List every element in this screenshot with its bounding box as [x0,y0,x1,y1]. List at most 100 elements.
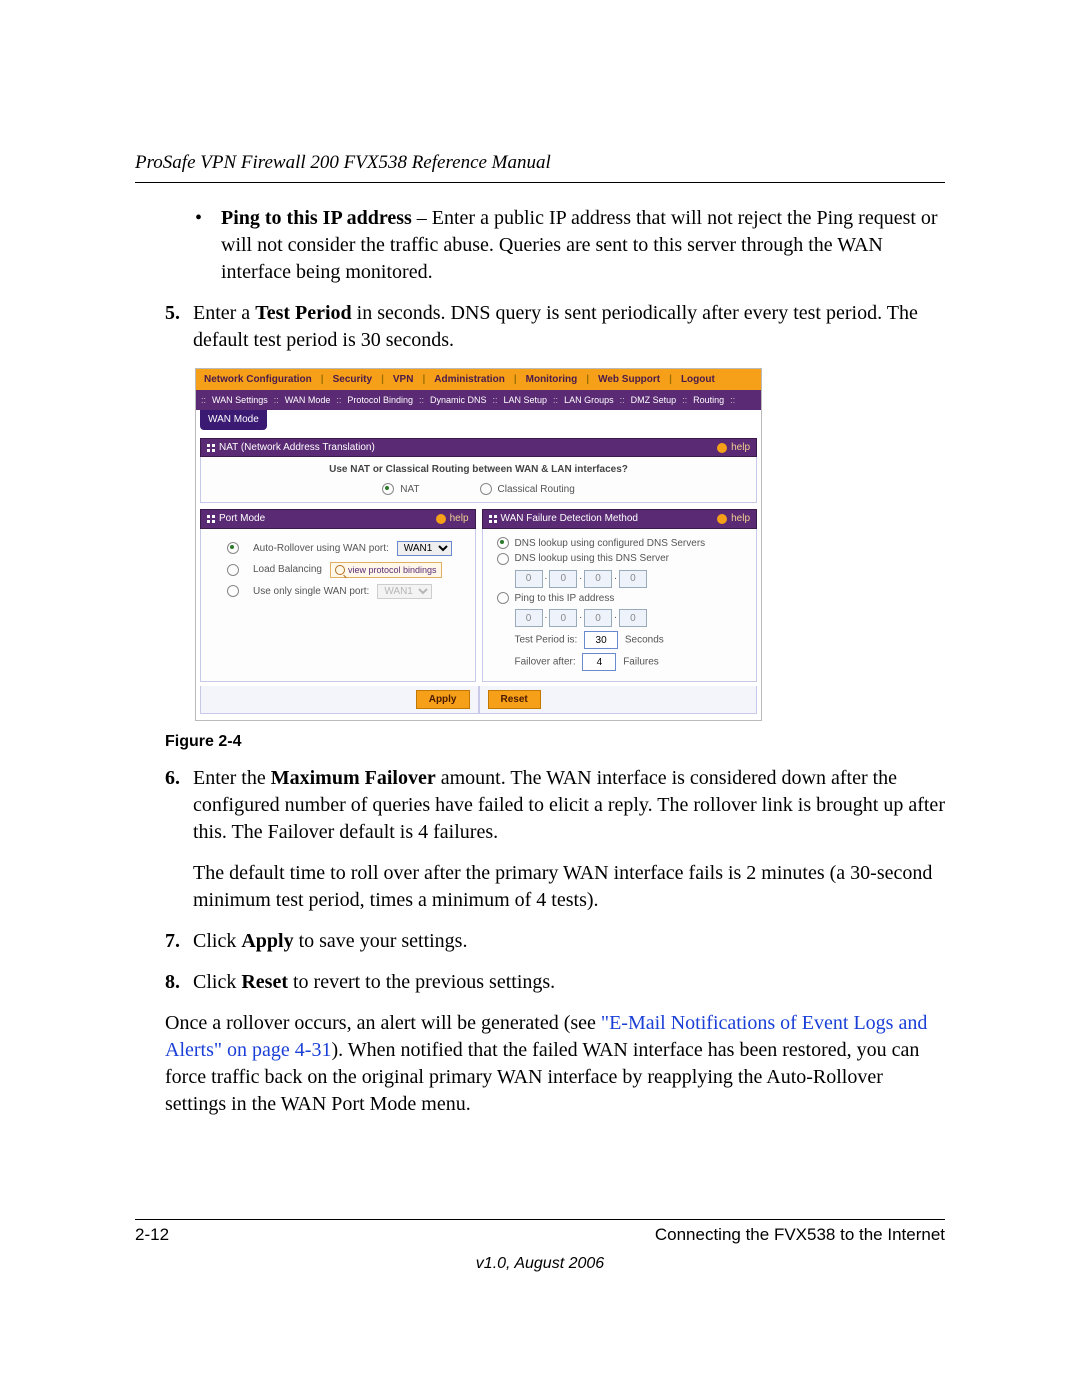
button-row: Apply Reset [200,686,757,715]
nav-monitoring[interactable]: Monitoring [518,369,586,391]
dns-ip-2[interactable] [549,570,577,588]
input-failover[interactable] [582,653,616,671]
step-8-num: 8. [165,969,180,996]
panel-nat-header: NAT (Network Address Translation) help [200,438,757,458]
ui-topnav: Network Configuration| Security| VPN| Ad… [196,369,761,391]
radio-ping-ip[interactable] [497,592,509,604]
label-load-balancing: Load Balancing [253,563,322,577]
router-config-figure: Network Configuration| Security| VPN| Ad… [195,368,762,722]
subnav-protocol-binding[interactable]: Protocol Binding [344,394,416,406]
footer-page: 2-12 [135,1224,169,1247]
header-rule [135,182,945,183]
help-icon[interactable] [436,514,446,524]
help-link[interactable]: help [731,441,750,455]
step-5-bold: Test Period [255,302,351,324]
dns-ip-3[interactable] [584,570,612,588]
grid-icon [489,515,497,523]
closing-para: Once a rollover occurs, an alert will be… [165,1010,945,1118]
footer-rule [135,1219,945,1220]
nav-admin[interactable]: Administration [426,369,513,391]
ui-subnav: ::WAN Settings ::WAN Mode ::Protocol Bin… [196,390,761,410]
step-6-num: 6. [165,765,180,792]
radio-dns-configured[interactable] [497,537,509,549]
step-7-bold: Apply [241,930,293,952]
panel-nat-title: NAT (Network Address Translation) [219,441,375,455]
nat-question: Use NAT or Classical Routing between WAN… [207,463,750,477]
input-test-period[interactable] [584,631,618,649]
label-test-period: Test Period is: [515,635,578,646]
closing-a: Once a rollover occurs, an alert will be… [165,1012,601,1034]
link-view-protocol-bindings[interactable]: view protocol bindings [330,562,442,578]
ping-ip-3[interactable] [584,609,612,627]
nav-logout[interactable]: Logout [673,369,723,391]
nav-network-config[interactable]: Network Configuration [196,369,320,391]
step-7-num: 7. [165,928,180,955]
page-header: ProSafe VPN Firewall 200 FVX538 Referenc… [135,150,945,176]
panel-portmode-body: Auto-Rollover using WAN port: WAN1 Load … [200,529,476,682]
subnav-dynamic-dns[interactable]: Dynamic DNS [427,394,490,406]
step-8-post: to revert to the previous settings. [288,971,555,993]
help-icon[interactable] [717,443,727,453]
bullet-lead: Ping to this IP address [221,207,412,229]
step-6: 6. Enter the Maximum Failover amount. Th… [165,765,945,846]
panel-portmode-header: Port Mode help [200,509,476,529]
ping-ip-1[interactable] [515,609,543,627]
ping-ip-4[interactable] [619,609,647,627]
panel-portmode-title: Port Mode [219,512,265,526]
ping-ip-group: . . . [515,609,751,627]
subnav-lan-groups[interactable]: LAN Groups [561,394,617,406]
page-tag-wan-mode: WAN Mode [200,410,267,430]
reset-button[interactable]: Reset [488,690,541,710]
footer-version: v1.0, August 2006 [135,1253,945,1275]
radio-nat[interactable] [382,483,394,495]
radio-dns-this[interactable] [497,553,509,565]
radio-single-wan[interactable] [227,585,239,597]
nav-security[interactable]: Security [325,369,380,391]
step-5-pre: Enter a [193,302,255,324]
nav-vpn[interactable]: VPN [385,369,422,391]
subnav-lan-setup[interactable]: LAN Setup [501,394,551,406]
step-6b: The default time to roll over after the … [193,860,945,914]
label-single-wan: Use only single WAN port: [253,585,369,599]
radio-load-balancing[interactable] [227,564,239,576]
figure-caption: Figure 2-4 [165,731,945,753]
label-failover: Failover after: [515,657,576,668]
panel-nat-body: Use NAT or Classical Routing between WAN… [200,457,757,503]
label-seconds: Seconds [625,635,664,646]
step-8: 8. Click Reset to revert to the previous… [165,969,945,996]
subnav-routing[interactable]: Routing [690,394,727,406]
step-5-num: 5. [165,300,180,327]
apply-button[interactable]: Apply [416,690,470,710]
step-6-pre: Enter the [193,767,271,789]
dns-ip-group: . . . [515,570,751,588]
panel-wfd-title: WAN Failure Detection Method [501,512,638,526]
step-5: 5. Enter a Test Period in seconds. DNS q… [165,300,945,354]
search-icon [335,565,345,575]
select-single-wan: WAN1 [377,584,432,599]
panel-wfd-body: DNS lookup using configured DNS Servers … [482,529,758,682]
radio-auto-rollover[interactable] [227,542,239,554]
ping-ip-2[interactable] [549,609,577,627]
subnav-dmz-setup[interactable]: DMZ Setup [628,394,680,406]
help-link[interactable]: help [450,512,469,526]
subnav-wan-mode[interactable]: WAN Mode [282,394,334,406]
panel-wfd-header: WAN Failure Detection Method help [482,509,758,529]
help-icon[interactable] [717,514,727,524]
label-dns-configured: DNS lookup using configured DNS Servers [515,538,706,549]
subnav-wan-settings[interactable]: WAN Settings [209,394,271,406]
dns-ip-1[interactable] [515,570,543,588]
label-ping-ip: Ping to this IP address [515,593,615,604]
grid-icon [207,515,215,523]
grid-icon [207,444,215,452]
nav-web-support[interactable]: Web Support [590,369,668,391]
label-auto-rollover: Auto-Rollover using WAN port: [253,542,389,556]
select-rollover-wan[interactable]: WAN1 [397,541,452,556]
step-8-bold: Reset [241,971,288,993]
step-7-pre: Click [193,930,241,952]
dns-ip-4[interactable] [619,570,647,588]
radio-classical-routing[interactable] [480,483,492,495]
label-failures: Failures [623,657,659,668]
step-7: 7. Click Apply to save your settings. [165,928,945,955]
step-7-post: to save your settings. [294,930,468,952]
help-link[interactable]: help [731,512,750,526]
